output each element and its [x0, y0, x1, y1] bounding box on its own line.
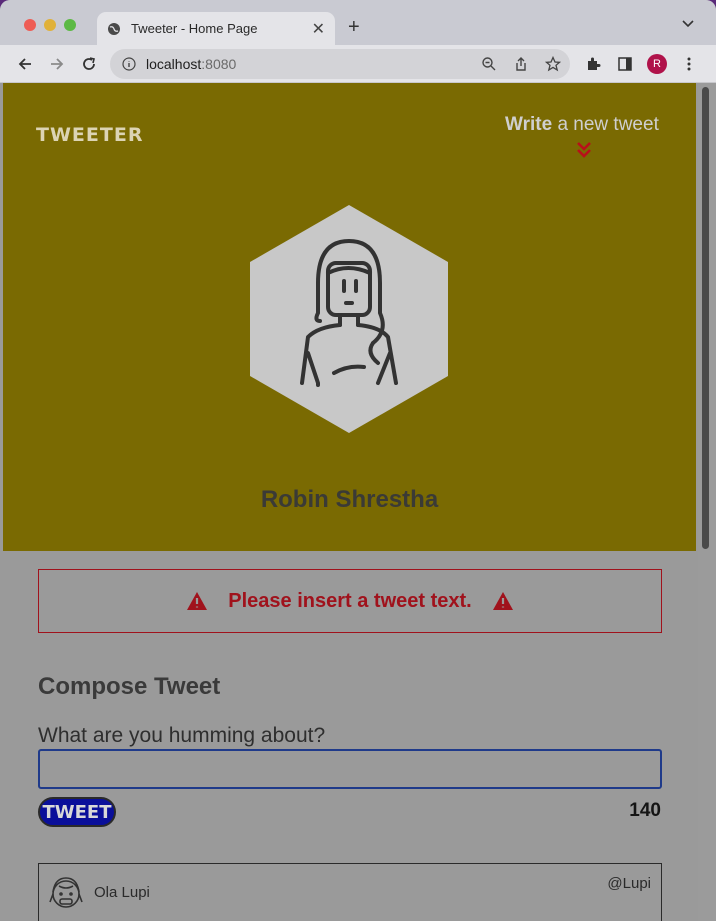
write-link-bold: Write: [505, 114, 553, 135]
extensions-icon[interactable]: [585, 56, 601, 72]
share-icon[interactable]: [513, 56, 529, 72]
forward-icon[interactable]: [48, 55, 66, 73]
user-avatar: [250, 205, 448, 433]
tab-strip: Tweeter - Home Page ✕ +: [0, 0, 716, 45]
site-logo[interactable]: TWEETER: [36, 124, 143, 146]
warning-icon: [492, 592, 513, 610]
chevron-down-icon[interactable]: [681, 18, 695, 28]
bookmark-star-icon[interactable]: [545, 56, 561, 72]
close-tab-icon[interactable]: ✕: [312, 19, 325, 39]
compose-title: Compose Tweet: [38, 673, 221, 700]
new-tab-button[interactable]: +: [348, 16, 360, 39]
profile-avatar[interactable]: R: [647, 54, 667, 74]
back-icon[interactable]: [16, 55, 34, 73]
browser-tab[interactable]: Tweeter - Home Page ✕: [97, 12, 335, 45]
scrollbar-thumb[interactable]: [702, 87, 709, 549]
profile-header: TWEETER Write a new tweet Robin Shrestha: [3, 83, 696, 551]
url-host: localhost: [146, 56, 202, 72]
double-chevron-down-icon[interactable]: [575, 141, 593, 159]
warning-icon: [187, 592, 208, 610]
user-name: Robin Shrestha: [260, 486, 439, 513]
browser-toolbar: localhost:8080 R: [0, 45, 716, 83]
page-content: TWEETER Write a new tweet Robin Shrestha…: [3, 83, 698, 921]
zoom-out-icon[interactable]: [481, 56, 497, 72]
write-link-rest: a new tweet: [552, 114, 659, 135]
tweet-author-avatar: [49, 877, 83, 908]
info-icon[interactable]: [122, 57, 136, 71]
character-counter: 140: [629, 800, 661, 821]
tab-title: Tweeter - Home Page: [131, 21, 258, 36]
tweet-handle: @Lupi: [607, 875, 651, 892]
address-bar[interactable]: localhost:8080: [110, 49, 570, 79]
error-text: Please insert a tweet text.: [228, 589, 472, 612]
close-window-button[interactable]: [24, 19, 36, 31]
kebab-menu-icon[interactable]: [681, 56, 697, 72]
globe-icon: [108, 22, 120, 35]
minimize-window-button[interactable]: [44, 19, 56, 31]
error-message: Please insert a tweet text.: [38, 569, 662, 633]
maximize-window-button[interactable]: [64, 19, 76, 31]
tweet-button[interactable]: TWEET: [38, 797, 116, 827]
url-port: :8080: [201, 56, 237, 72]
write-tweet-link[interactable]: Write a new tweet: [505, 114, 659, 136]
page-scrollbar[interactable]: [698, 83, 716, 921]
tweet-author: Ola Lupi: [94, 884, 150, 901]
tweet-card: Ola Lupi @Lupi: [38, 863, 662, 921]
browser-window: Tweeter - Home Page ✕ + localhost:8080: [0, 0, 716, 921]
side-panel-icon[interactable]: [617, 56, 633, 72]
compose-prompt-label: What are you humming about?: [38, 724, 326, 747]
tweet-input[interactable]: [38, 749, 662, 789]
reload-icon[interactable]: [80, 55, 98, 73]
